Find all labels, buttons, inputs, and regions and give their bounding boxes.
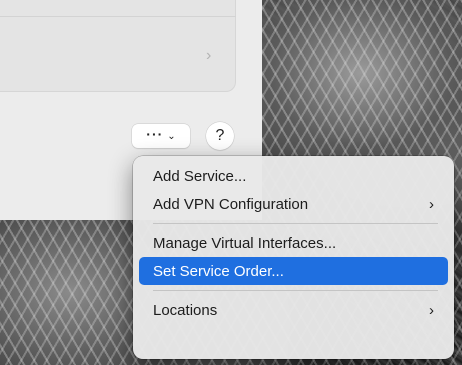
menu-item-label: Set Service Order...: [153, 262, 284, 280]
menu-item-manage-virtual-interfaces[interactable]: Manage Virtual Interfaces...: [139, 229, 448, 257]
menu-item-locations[interactable]: Locations ›: [139, 296, 448, 324]
network-services-panel: ›: [0, 0, 236, 92]
more-actions-button[interactable]: ··· ⌄: [132, 124, 190, 148]
menu-item-label: Add VPN Configuration: [153, 195, 309, 213]
menu-item-add-service[interactable]: Add Service...: [139, 162, 448, 190]
menu-item-label: Add Service...: [153, 167, 247, 185]
menu-separator: [153, 290, 438, 291]
menu-separator: [153, 223, 438, 224]
menu-item-add-vpn-configuration[interactable]: Add VPN Configuration ›: [139, 190, 448, 218]
ellipsis-icon: ···: [146, 126, 164, 142]
chevron-right-icon: ›: [429, 196, 434, 213]
chevron-down-icon: ⌄: [167, 130, 176, 142]
help-button[interactable]: ?: [206, 122, 234, 150]
actions-context-menu: Add Service... Add VPN Configuration › M…: [133, 156, 454, 359]
panel-divider: [0, 16, 236, 17]
menu-item-set-service-order[interactable]: Set Service Order...: [139, 257, 448, 285]
chevron-right-icon[interactable]: ›: [206, 48, 218, 64]
menu-item-label: Manage Virtual Interfaces...: [153, 234, 337, 252]
chevron-right-icon: ›: [429, 302, 434, 319]
menu-item-label: Locations: [153, 301, 218, 319]
